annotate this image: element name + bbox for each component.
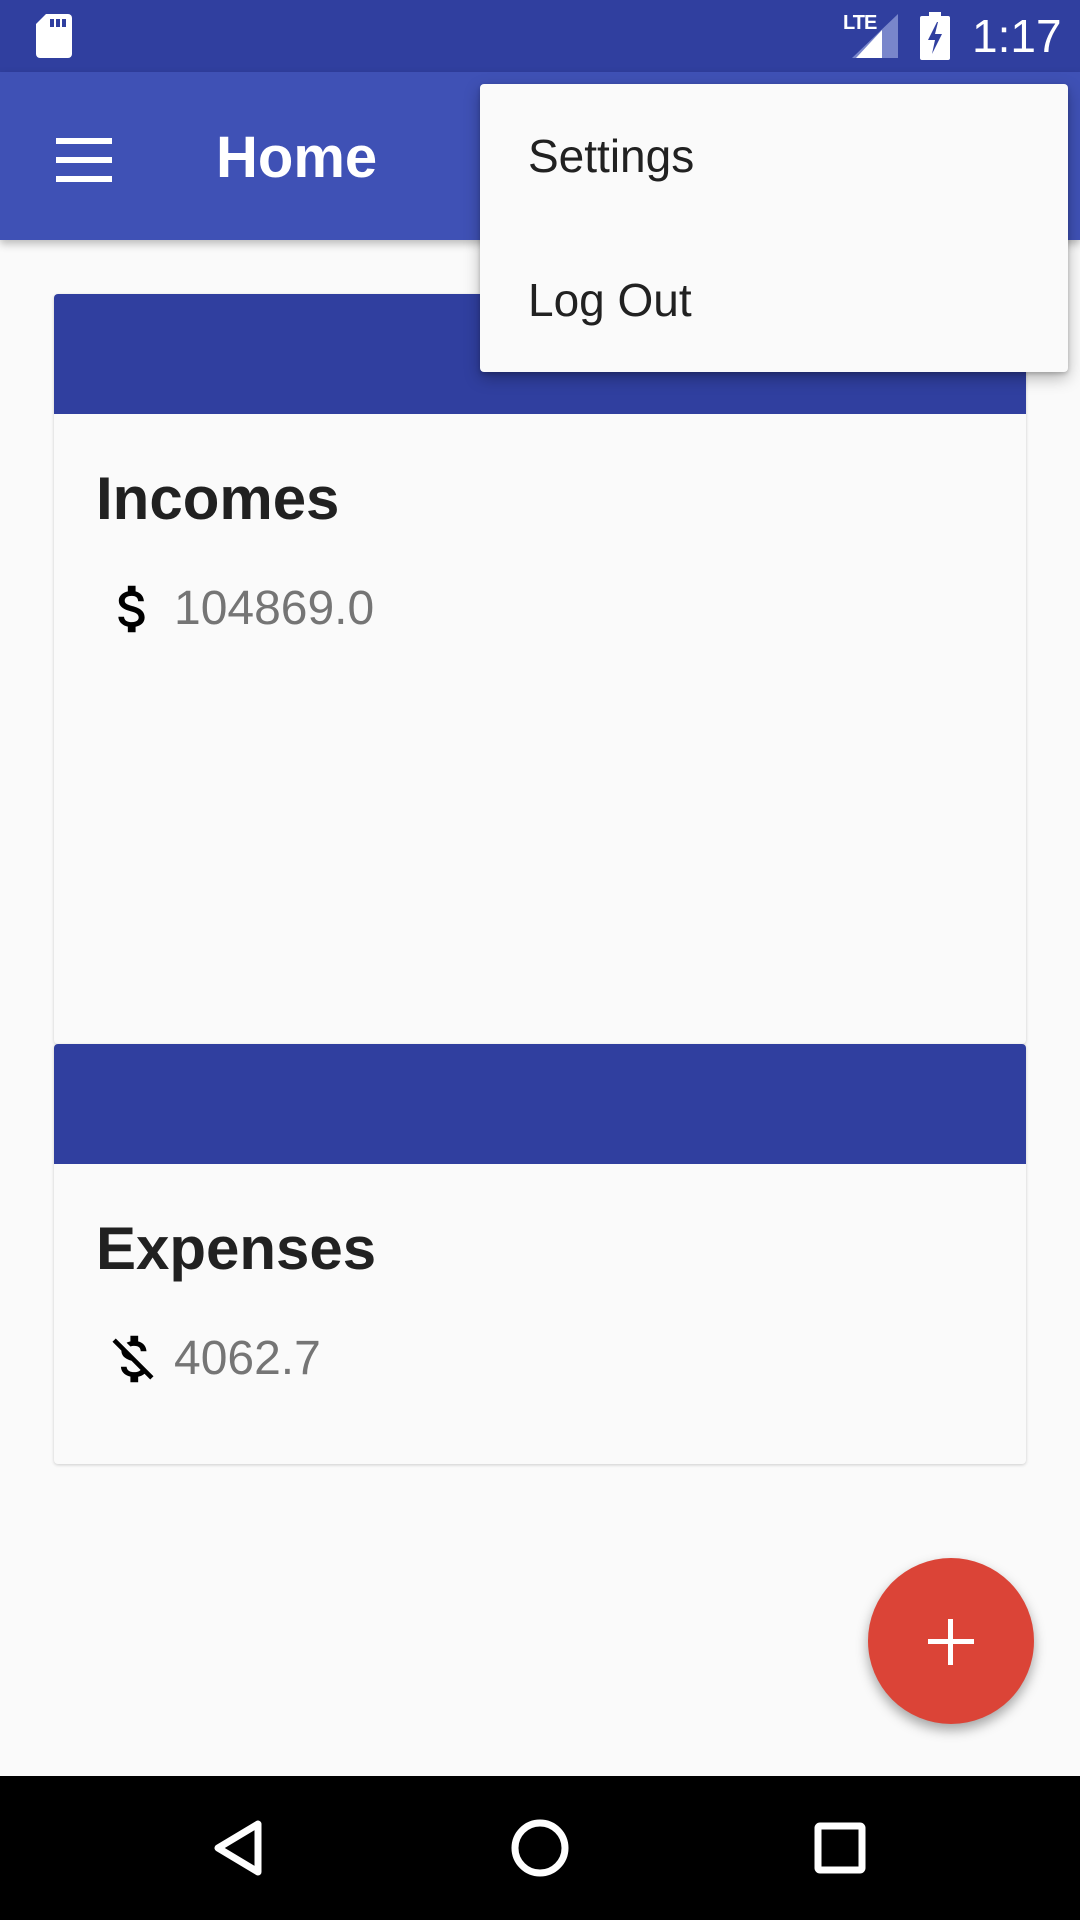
- home-icon[interactable]: [488, 1796, 592, 1900]
- card-header: [54, 1044, 1026, 1164]
- page-title: Home: [216, 125, 378, 190]
- status-bar: LTE 1:17: [0, 0, 1080, 72]
- incomes-card[interactable]: Incomes 104869.0: [54, 294, 1026, 1044]
- plus-icon: [948, 1619, 953, 1665]
- amount-row: 104869.0: [102, 574, 374, 644]
- card-title-incomes: Incomes: [96, 465, 340, 532]
- expense-amount: 4062.7: [174, 1332, 321, 1385]
- card-title-expenses: Expenses: [96, 1215, 377, 1282]
- add-button[interactable]: [868, 1558, 1034, 1724]
- dollar-icon: [118, 585, 145, 633]
- status-clock: 1:17: [972, 10, 1062, 62]
- expenses-card[interactable]: Expenses 4062.7: [54, 1044, 1026, 1464]
- overflow-menu: Settings Log Out: [480, 84, 1068, 372]
- recents-icon[interactable]: [788, 1796, 892, 1900]
- hamburger-menu-icon[interactable]: [40, 116, 128, 204]
- sd-card-icon: [36, 14, 72, 58]
- back-icon[interactable]: [188, 1796, 292, 1900]
- navigation-bar: [0, 1776, 1080, 1920]
- menu-item-settings[interactable]: Settings: [480, 84, 1068, 228]
- dollar-off-icon: [112, 1335, 154, 1383]
- amount-row: 4062.7: [102, 1324, 321, 1394]
- menu-item-log-out[interactable]: Log Out: [480, 228, 1068, 372]
- battery-charging-icon: [920, 12, 950, 60]
- menu-bar-line: [56, 176, 112, 182]
- menu-bar-line: [56, 157, 112, 163]
- income-amount: 104869.0: [174, 582, 375, 635]
- signal-icon: [852, 14, 898, 58]
- screen: LTE 1:17 Home Incomes 104869.0 Expenses …: [0, 0, 1080, 1920]
- menu-bar-line: [56, 138, 112, 144]
